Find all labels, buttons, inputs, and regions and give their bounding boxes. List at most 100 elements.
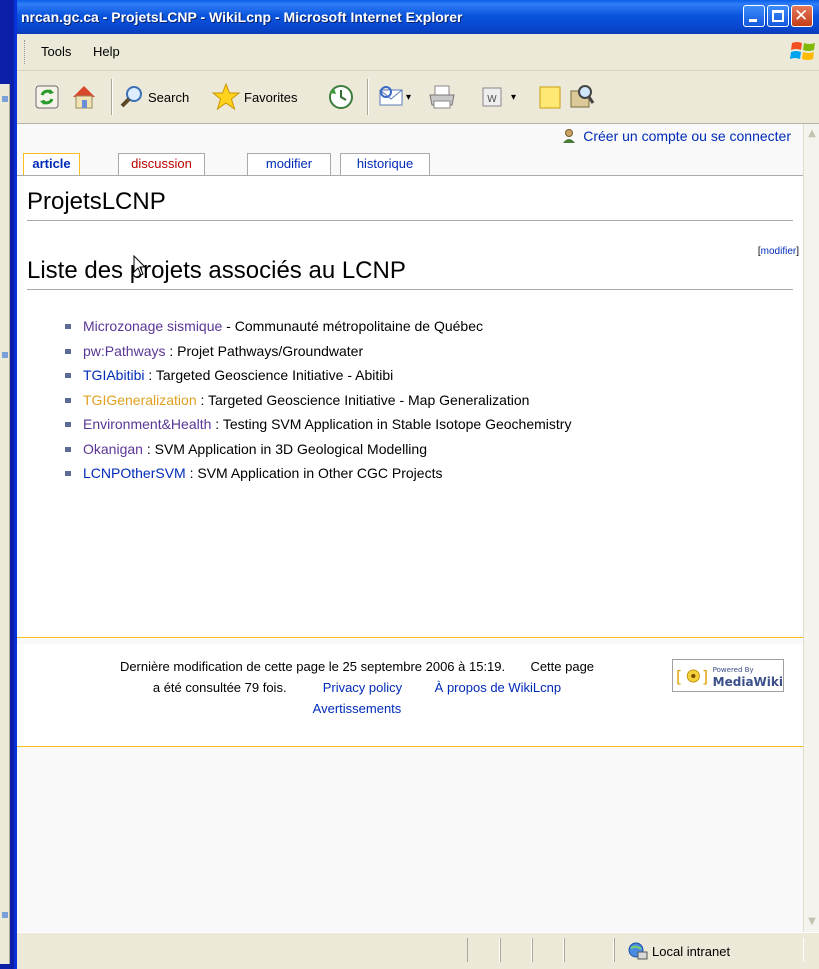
menu-tools[interactable]: Tools — [41, 44, 71, 59]
project-description: Projet Pathways/Groundwater — [177, 342, 364, 359]
discuss-button[interactable] — [537, 81, 563, 113]
status-pane — [500, 938, 532, 962]
tab-discussion[interactable]: discussion — [118, 153, 205, 175]
project-description: Targeted Geoscience Initiative - Abitibi — [155, 367, 394, 383]
favorites-label: Favorites — [244, 89, 298, 105]
section-edit: [modifier] — [758, 246, 799, 257]
search-button[interactable]: Search — [119, 81, 189, 113]
badge-name: MediaWiki — [712, 674, 783, 689]
scroll-up-icon[interactable]: ▲ — [804, 126, 819, 142]
panel-marker — [2, 96, 8, 102]
toolbar-separator — [367, 79, 369, 115]
mail-button[interactable]: ▾ — [377, 81, 411, 113]
printer-icon — [429, 85, 455, 109]
login-link-label: Créer un compte ou se connecter — [583, 128, 791, 144]
section-edit-link[interactable]: modifier — [761, 246, 797, 257]
zone-label: Local intranet — [652, 943, 731, 959]
list-item: TGIAbitibi : Targeted Geoscience Initiat… — [61, 363, 571, 388]
list-item: pw:Pathways : Projet Pathways/Groundwate… — [61, 339, 571, 364]
project-link[interactable]: LCNPOtherSVM — [83, 465, 186, 481]
panel-marker — [2, 912, 8, 918]
project-description: Testing SVM Application in Stable Isotop… — [222, 416, 572, 432]
list-item: Microzonage sismique - Communauté métrop… — [61, 314, 571, 339]
project-separator: : — [196, 391, 209, 408]
bullet-icon — [65, 446, 71, 452]
view-count-text: a été consultée 79 fois. — [152, 680, 287, 695]
status-pane — [532, 938, 564, 962]
close-icon: ✕ — [794, 6, 809, 26]
toolbar-separator — [111, 79, 113, 115]
svg-text:]: ] — [702, 668, 708, 686]
project-separator: : — [165, 342, 178, 359]
status-pane — [467, 938, 500, 962]
project-description: Targeted Geoscience Initiative - Map Gen… — [208, 391, 530, 408]
project-link[interactable]: TGIAbitibi — [83, 367, 144, 383]
background-window-panel — [0, 84, 10, 964]
privacy-policy-link[interactable]: Privacy policy — [323, 680, 402, 695]
project-link[interactable]: TGIGeneralization — [83, 392, 197, 408]
tab-historique[interactable]: historique — [340, 153, 430, 175]
badge-text: Powered By MediaWiki — [713, 664, 783, 688]
intranet-globe-icon — [628, 942, 648, 960]
research-icon — [570, 85, 595, 108]
last-modified-text: Dernière modification de cette page le 2… — [119, 659, 506, 674]
list-item: TGIGeneralization : Targeted Geoscience … — [61, 388, 571, 413]
vertical-scrollbar[interactable]: ▲ ▼ — [803, 124, 819, 932]
window-title: nrcan.gc.ca - ProjetsLCNP - WikiLcnp - M… — [21, 9, 463, 25]
home-button[interactable] — [69, 81, 99, 113]
tab-modifier[interactable]: modifier — [247, 153, 331, 175]
history-button[interactable] — [327, 81, 355, 113]
project-link[interactable]: Environment&Health — [83, 416, 211, 432]
user-icon — [563, 129, 576, 143]
windows-logo-icon — [790, 42, 815, 60]
list-item: Okanigan : SVM Application in 3D Geologi… — [61, 437, 571, 462]
list-item: Environment&Health : Testing SVM Applica… — [61, 412, 571, 437]
mediawiki-badge[interactable]: [ ] Powered By MediaWiki — [672, 659, 784, 692]
login-link[interactable]: Créer un compte ou se connecter — [561, 128, 791, 144]
close-button[interactable]: ✕ — [791, 5, 813, 27]
bullet-icon — [65, 373, 71, 378]
about-link[interactable]: À propos de WikiLcnp — [435, 680, 561, 695]
status-bar: Local intranet — [17, 932, 819, 969]
footer-info: Dernière modification de cette page le 2… — [37, 656, 677, 719]
project-separator: : — [142, 440, 155, 457]
bullet-icon — [65, 422, 71, 427]
view-count-prefix: Cette page — [530, 659, 595, 674]
project-separator: : — [144, 367, 156, 383]
article-content: ProjetsLCNP [modifier] Liste des projets… — [17, 175, 803, 638]
list-item: LCNPOtherSVM : SVM Application in Other … — [61, 461, 571, 486]
title-bar[interactable]: nrcan.gc.ca - ProjetsLCNP - WikiLcnp - M… — [17, 0, 819, 34]
home-icon — [73, 86, 95, 109]
project-link[interactable]: pw:Pathways — [83, 343, 165, 359]
tab-article[interactable]: article — [23, 153, 80, 176]
bullet-icon — [65, 397, 71, 403]
project-description: SVM Application in Other CGC Projects — [197, 465, 443, 481]
project-link[interactable]: Microzonage sismique — [83, 318, 222, 334]
panel-marker — [2, 352, 8, 358]
chevron-down-icon: ▾ — [511, 91, 517, 103]
edit-word-button[interactable]: W ▾ — [479, 81, 516, 113]
scroll-down-icon[interactable]: ▼ — [804, 914, 819, 930]
edit-bracket-close: ] — [796, 246, 799, 257]
word-document-icon: W — [482, 87, 502, 107]
svg-text:W: W — [487, 94, 497, 105]
research-button[interactable] — [569, 81, 595, 113]
favorites-button[interactable]: Favorites — [211, 81, 297, 113]
menu-help[interactable]: Help — [93, 44, 120, 59]
mail-icon — [379, 86, 403, 106]
standard-toolbar: Search Favorites ▾ W ▾ — [17, 71, 819, 124]
refresh-button[interactable] — [33, 81, 61, 113]
minimize-button[interactable] — [743, 5, 765, 27]
status-pane — [564, 938, 614, 962]
project-description: Communauté métropolitaine de Québec — [234, 318, 484, 334]
mouse-pointer-icon — [133, 255, 147, 276]
print-button[interactable] — [427, 81, 457, 113]
project-list: Microzonage sismique - Communauté métrop… — [61, 314, 571, 486]
disclaimers-link[interactable]: Avertissements — [313, 701, 402, 716]
project-link[interactable]: Okanigan — [83, 441, 143, 457]
page-footer: Dernière modification de cette page le 2… — [17, 644, 803, 747]
bullet-icon — [65, 471, 71, 476]
security-zone: Local intranet — [627, 941, 730, 961]
menu-grip — [24, 40, 27, 64]
maximize-button[interactable] — [767, 5, 789, 27]
